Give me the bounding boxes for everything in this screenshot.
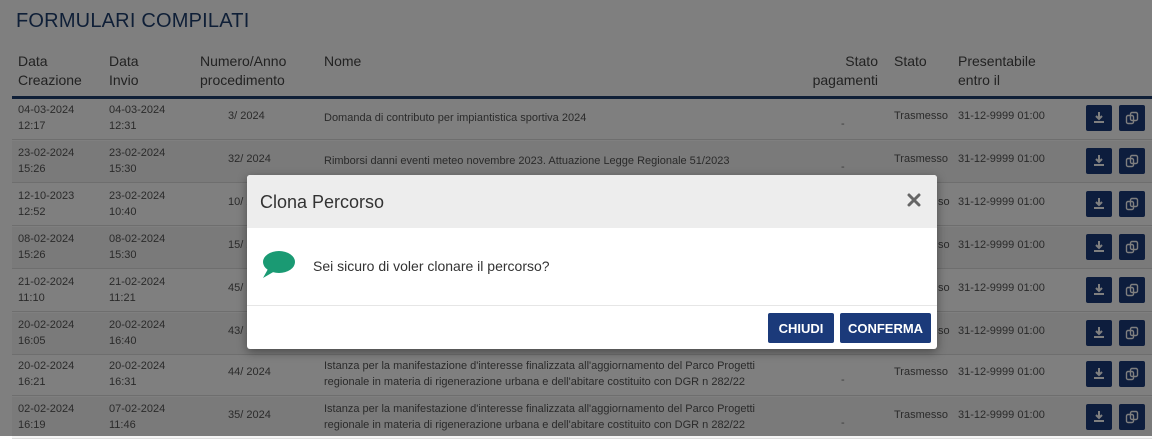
speech-bubble-icon [260,250,296,280]
close-button[interactable]: CHIUDI [768,313,834,343]
modal-header: Clona Percorso [247,175,937,228]
modal-footer: CHIUDI CONFERMA [247,305,937,349]
close-icon[interactable] [903,189,925,211]
modal-body: Sei sicuro di voler clonare il percorso? [247,228,937,305]
modal-message: Sei sicuro di voler clonare il percorso? [313,258,550,274]
clone-modal: Clona Percorso Sei sicuro di voler clona… [247,175,937,349]
modal-title: Clona Percorso [260,192,385,212]
confirm-button[interactable]: CONFERMA [840,313,931,343]
